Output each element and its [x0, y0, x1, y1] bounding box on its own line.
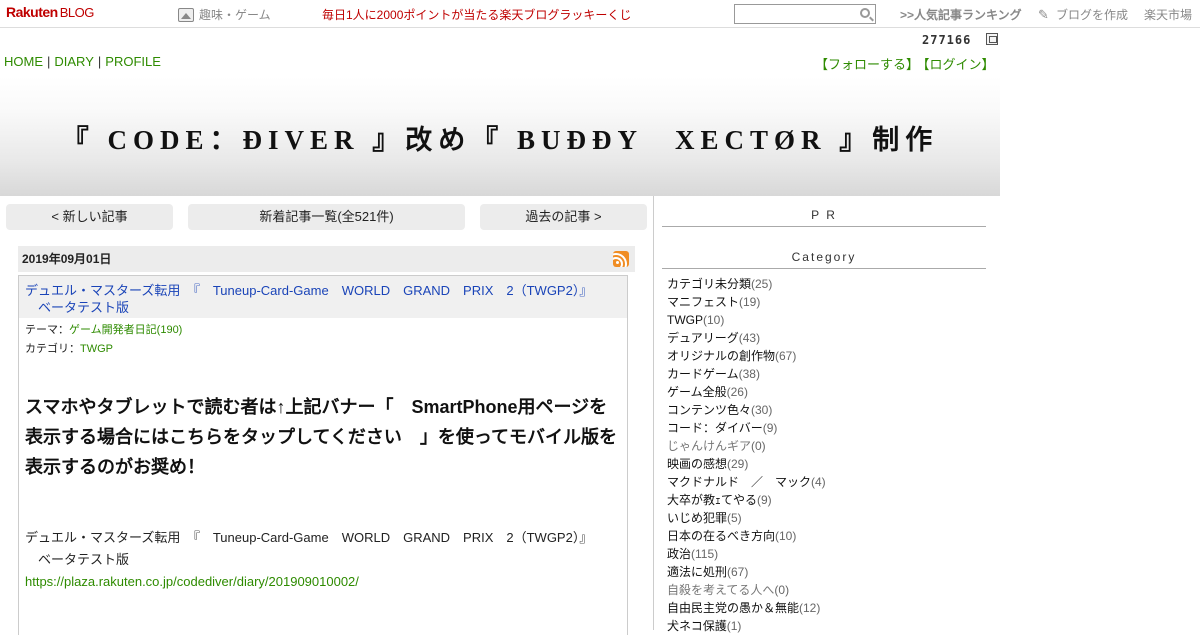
- category-list: カテゴリ未分類(25) マニフェスト(19) TWGP(10) デュアリーグ(4…: [667, 275, 987, 635]
- nav-separator: |: [47, 54, 51, 69]
- counter-graph-icon[interactable]: [986, 33, 998, 45]
- article-list-button[interactable]: 新着記事一覧(全521件): [188, 204, 465, 230]
- account-links: 【フォローする】 【ログイン】: [815, 54, 995, 73]
- category-label: カテゴリ：: [25, 343, 80, 355]
- nav-profile[interactable]: PROFILE: [105, 54, 161, 69]
- theme-link[interactable]: ゲーム開発者日記(190): [69, 324, 182, 336]
- search-input[interactable]: [734, 4, 876, 24]
- older-article-button[interactable]: 過去の記事 >: [480, 204, 647, 230]
- follow-link[interactable]: 【フォローする】: [815, 57, 919, 72]
- theme-label: テーマ：: [25, 324, 69, 336]
- nav-diary[interactable]: DIARY: [54, 54, 94, 69]
- category-link[interactable]: TWGP: [80, 343, 113, 355]
- category-item[interactable]: 自由民主党の愚か＆無能(12): [667, 599, 987, 617]
- nav-home[interactable]: HOME: [4, 54, 43, 69]
- rss-icon[interactable]: [613, 251, 629, 267]
- category-item[interactable]: カテゴリ未分類(25): [667, 275, 987, 293]
- newer-article-button[interactable]: < 新しい記事: [6, 204, 173, 230]
- create-blog-link[interactable]: ✎ ブログを作成: [1038, 6, 1128, 23]
- article-title-line2[interactable]: ベータテスト版: [25, 299, 621, 316]
- article-title[interactable]: デュエル・マスターズ転用 『 Tuneup-Card-Game WORLD GR…: [19, 276, 627, 318]
- create-blog-label: ブログを作成: [1056, 8, 1129, 22]
- body-line2: ベータテスト版: [38, 552, 130, 567]
- article: デュエル・マスターズ転用 『 Tuneup-Card-Game WORLD GR…: [18, 275, 628, 635]
- login-link[interactable]: 【ログイン】: [923, 57, 995, 72]
- rakuten-blog-logo[interactable]: Rakuten BLOG: [6, 4, 94, 20]
- category-item[interactable]: デュアリーグ(43): [667, 329, 987, 347]
- article-date: 2019年09月01日: [22, 252, 112, 266]
- category-item[interactable]: マニフェスト(19): [667, 293, 987, 311]
- category-item[interactable]: ゲーム全般(26): [667, 383, 987, 401]
- global-header: Rakuten BLOG 趣味・ゲーム 毎日1人に2000ポイントが当たる楽天ブロ…: [0, 0, 1200, 28]
- category-heading: Category: [662, 250, 986, 269]
- logo-text: Rakuten: [6, 4, 58, 20]
- category-item[interactable]: 政治(115): [667, 545, 987, 563]
- category-item[interactable]: コンテンツ色々(30): [667, 401, 987, 419]
- blog-header-banner: 『 CODE：ÐIVER 』改め『 BUÐÐY XECTØR 』制作: [0, 76, 1000, 196]
- body-line1: デュエル・マスターズ転用 『 Tuneup-Card-Game WORLD GR…: [25, 530, 593, 545]
- ranking-link[interactable]: >>人気記事ランキング: [900, 6, 1022, 23]
- column-divider: [653, 196, 654, 630]
- category-item[interactable]: カードゲーム(38): [667, 365, 987, 383]
- blog-title[interactable]: 『 CODE：ÐIVER 』改め『 BUÐÐY XECTØR 』制作: [0, 118, 1000, 157]
- logo-sub: BLOG: [59, 5, 95, 20]
- image-icon: [178, 7, 194, 22]
- category-item[interactable]: いじめ犯罪(5): [667, 509, 987, 527]
- genre-link[interactable]: 趣味・ゲーム: [178, 6, 271, 23]
- body-link[interactable]: https://plaza.rakuten.co.jp/codediver/di…: [25, 571, 621, 593]
- blog-nav: HOME | DIARY | PROFILE: [4, 54, 161, 69]
- category-item[interactable]: 日本の在るべき方向(10): [667, 527, 987, 545]
- article-body: デュエル・マスターズ転用 『 Tuneup-Card-Game WORLD GR…: [19, 482, 627, 593]
- category-item[interactable]: じゃんけんギア(0): [667, 437, 987, 455]
- category-item[interactable]: 大卒が教ｪてやる(9): [667, 491, 987, 509]
- category-item[interactable]: オリジナルの創作物(67): [667, 347, 987, 365]
- category-item[interactable]: TWGP(10): [667, 311, 987, 329]
- category-item[interactable]: 自殺を考えてる人へ(0): [667, 581, 987, 599]
- article-notice: スマホやタブレットで読む者は↑上記バナー「 SmartPhone用ページを表示す…: [25, 397, 618, 477]
- genre-label: 趣味・ゲーム: [199, 8, 271, 22]
- pencil-icon: ✎: [1038, 6, 1049, 22]
- rakuten-market-link[interactable]: 楽天市場: [1144, 6, 1192, 23]
- nav-separator: |: [97, 54, 102, 69]
- search-icon[interactable]: [860, 8, 870, 18]
- pr-heading: P R: [662, 208, 986, 227]
- lucky-lottery-link[interactable]: 毎日1人に2000ポイントが当たる楽天ブログラッキーくじ: [322, 6, 631, 23]
- article-meta: テーマ：ゲーム開発者日記(190) カテゴリ：TWGP: [19, 318, 627, 356]
- category-item[interactable]: コード：ダイバー(9): [667, 419, 987, 437]
- category-item[interactable]: 映画の感想(29): [667, 455, 987, 473]
- category-item[interactable]: 適法に処刑(67): [667, 563, 987, 581]
- access-counter: 277166: [922, 33, 972, 47]
- article-date-bar: 2019年09月01日: [18, 246, 635, 272]
- category-item[interactable]: マクドナルド ／ マック(4): [667, 473, 987, 491]
- article-title-line1[interactable]: デュエル・マスターズ転用 『 Tuneup-Card-Game WORLD GR…: [25, 283, 592, 298]
- category-item[interactable]: 犬ネコ保護(1): [667, 617, 987, 635]
